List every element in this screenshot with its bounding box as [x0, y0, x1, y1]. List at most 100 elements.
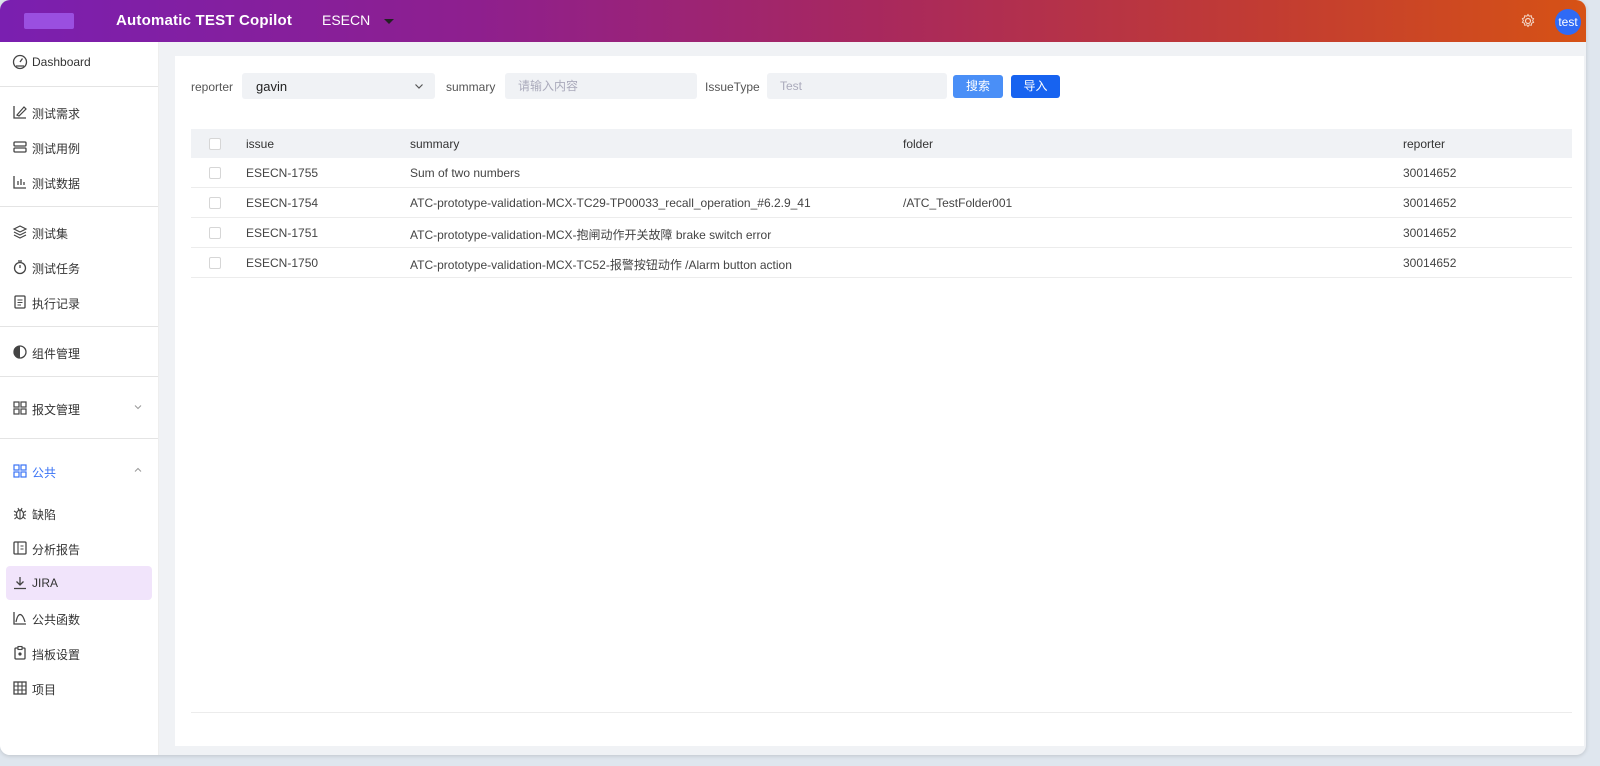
sidebar-item-dashboard[interactable]: Dashboard: [6, 45, 152, 79]
issue-folder: /ATC_TestFolder001: [903, 196, 1013, 210]
issuetype-label: IssueType: [705, 80, 760, 94]
table-icon: [13, 681, 27, 695]
issue-key: ESECN-1750: [246, 256, 319, 270]
user-avatar[interactable]: test: [1555, 9, 1581, 35]
issue-reporter: 30014652: [1403, 226, 1457, 240]
sidebar-item-label: 挡板设置: [32, 648, 81, 662]
sidebar-item-label: 执行记录: [32, 297, 81, 311]
column-header-reporter: reporter: [1403, 137, 1446, 151]
sidebar-item-label: 缺陷: [32, 508, 57, 522]
row-checkbox[interactable]: [209, 227, 221, 239]
table-header: issue summary folder reporter: [191, 129, 1572, 158]
divider: [191, 712, 1572, 713]
issue-summary: ATC-prototype-validation-MCX-抱闸动作开关故障 br…: [410, 228, 772, 242]
row-checkbox[interactable]: [209, 167, 221, 179]
issue-summary: ATC-prototype-validation-MCX-TC52-报警按钮动作…: [410, 258, 792, 272]
sidebar-item-projects[interactable]: 项目: [6, 671, 152, 705]
sidebar-item-label: 测试任务: [32, 262, 81, 276]
issue-reporter: 30014652: [1403, 256, 1457, 270]
table-row[interactable]: ESECN-1755 Sum of two numbers 30014652: [191, 158, 1572, 188]
sidebar-item-label: 项目: [32, 683, 57, 697]
sidebar-item-test-sets[interactable]: 测试集: [6, 215, 152, 249]
gear-icon[interactable]: [1520, 13, 1536, 29]
issue-key: ESECN-1751: [246, 226, 319, 240]
chevron-down-icon: [415, 84, 423, 89]
search-button[interactable]: 搜索: [953, 75, 1003, 98]
grid-icon: [13, 464, 27, 478]
issue-reporter: 30014652: [1403, 196, 1457, 210]
sidebar-item-label: 测试集: [32, 227, 69, 241]
sidebar-item-common-functions[interactable]: 公共函数: [6, 601, 152, 635]
reporter-select[interactable]: gavin: [242, 73, 435, 99]
issue-key: ESECN-1755: [246, 166, 319, 180]
layers-icon: [12, 225, 28, 239]
row-checkbox[interactable]: [209, 257, 221, 269]
divider: [0, 206, 158, 207]
summary-input[interactable]: [505, 73, 697, 99]
chevron-up-icon: [134, 467, 142, 472]
sidebar-item-label: JIRA: [32, 576, 59, 590]
sidebar-item-test-cases[interactable]: 测试用例: [6, 130, 152, 164]
sidebar-item-label: 测试数据: [32, 177, 81, 191]
sidebar-item-component-management[interactable]: 组件管理: [6, 335, 152, 369]
chart-icon: [13, 176, 26, 189]
select-all-checkbox[interactable]: [209, 138, 221, 150]
sidebar-item-jira[interactable]: JIRA: [6, 566, 152, 600]
clipboard-icon: [14, 645, 26, 660]
top-bar: Automatic TEST Copilot ESECN test: [0, 0, 1586, 42]
project-selector[interactable]: ESECN: [322, 12, 395, 28]
report-icon: [13, 541, 27, 555]
caret-down-icon: [384, 18, 395, 24]
issuetype-input[interactable]: [767, 73, 947, 99]
function-icon: [13, 612, 26, 625]
sidebar-item-label: 报文管理: [32, 403, 81, 417]
sidebar-group-common[interactable]: 公共: [6, 454, 152, 488]
sidebar: Dashboard 测试需求 测试用例 测试数据 测试集 测试任务 执行记录 组…: [0, 42, 159, 755]
table-row[interactable]: ESECN-1754 ATC-prototype-validation-MCX-…: [191, 188, 1572, 218]
divider: [0, 438, 158, 439]
reporter-label: reporter: [191, 80, 234, 94]
cases-icon: [13, 141, 27, 153]
sidebar-item-label: 公共: [32, 466, 57, 480]
sidebar-item-baffle-settings[interactable]: 挡板设置: [6, 636, 152, 670]
issue-key: ESECN-1754: [246, 196, 319, 210]
app-title: Automatic TEST Copilot: [116, 12, 293, 29]
issue-reporter: 30014652: [1403, 166, 1457, 180]
sidebar-item-label: 测试需求: [32, 107, 81, 121]
component-icon: [13, 345, 27, 359]
sidebar-group-message-management[interactable]: 报文管理: [6, 391, 152, 425]
document-icon: [14, 295, 26, 309]
sidebar-item-test-data[interactable]: 测试数据: [6, 165, 152, 199]
table-row[interactable]: ESECN-1750 ATC-prototype-validation-MCX-…: [191, 248, 1572, 278]
issue-summary: Sum of two numbers: [410, 166, 521, 180]
divider: [0, 326, 158, 327]
row-checkbox[interactable]: [209, 197, 221, 209]
column-header-issue: issue: [246, 137, 275, 151]
sidebar-item-test-requirements[interactable]: 测试需求: [6, 95, 152, 129]
sidebar-item-execution-records[interactable]: 执行记录: [6, 285, 152, 319]
timer-icon: [13, 260, 27, 275]
summary-label: summary: [446, 80, 496, 94]
bug-icon: [13, 507, 27, 520]
sidebar-item-defects[interactable]: 缺陷: [6, 496, 152, 530]
sidebar-item-test-tasks[interactable]: 测试任务: [6, 250, 152, 284]
download-icon: [14, 577, 26, 590]
grid-icon: [13, 401, 27, 415]
reporter-value: gavin: [256, 79, 288, 94]
chevron-down-icon: [134, 405, 142, 410]
divider: [0, 86, 158, 87]
sidebar-item-label: 公共函数: [32, 613, 81, 627]
main-content: reporter gavin summary IssueType 搜索 导入 i…: [175, 56, 1584, 746]
column-header-folder: folder: [903, 137, 934, 151]
issues-table: issue summary folder reporter ESECN-1755…: [191, 129, 1572, 278]
table-row[interactable]: ESECN-1751 ATC-prototype-validation-MCX-…: [191, 218, 1572, 248]
sidebar-item-label: 测试用例: [32, 142, 81, 156]
dashboard-icon: [12, 54, 28, 70]
project-name: ESECN: [322, 12, 371, 28]
sidebar-item-label: 组件管理: [32, 347, 81, 361]
import-button[interactable]: 导入: [1011, 75, 1060, 98]
screen: Automatic TEST Copilot ESECN test Dashbo…: [0, 0, 1600, 766]
issue-summary: ATC-prototype-validation-MCX-TC29-TP0003…: [410, 196, 811, 210]
sidebar-item-analysis-report[interactable]: 分析报告: [6, 531, 152, 565]
divider: [0, 376, 158, 377]
